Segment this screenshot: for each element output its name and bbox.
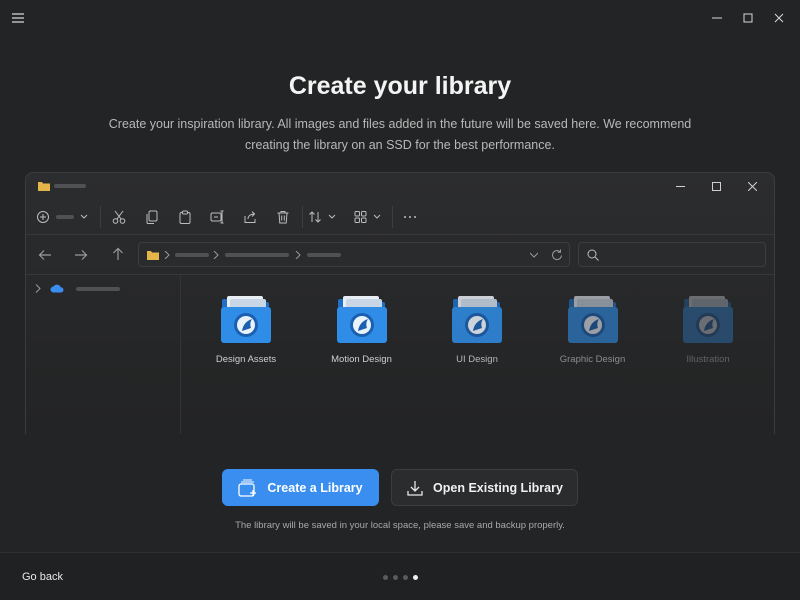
address-bar	[138, 242, 570, 267]
page-title: Create your library	[288, 72, 512, 100]
folder-icon	[38, 182, 50, 191]
refresh-icon	[552, 249, 562, 261]
minimize-button[interactable]	[701, 8, 732, 28]
chevron-right-icon	[295, 251, 301, 259]
create-library-label: Create a Library	[267, 480, 363, 495]
copy-icon	[143, 208, 161, 226]
step-indicator	[383, 575, 418, 580]
title-bar	[0, 0, 800, 36]
close-window-button[interactable]	[763, 8, 794, 28]
chevron-right-icon	[164, 251, 170, 259]
hamburger-menu-button[interactable]	[8, 8, 28, 28]
explorer-navigation-bar	[26, 235, 774, 275]
library-folder-icon	[683, 296, 733, 343]
library-folder-icon	[221, 296, 271, 343]
explorer-title-bar	[26, 173, 774, 199]
save-location-note: The library will be saved in your local …	[235, 520, 565, 531]
step-dot	[403, 575, 408, 580]
explorer-folder-grid: Design Assets Motion Design UI Design Graph…	[181, 275, 774, 434]
search-icon	[587, 249, 599, 261]
placeholder-bar	[54, 184, 86, 188]
library-folder-icon	[452, 296, 502, 343]
step-dot	[413, 575, 418, 580]
library-folder: Motion Design	[307, 293, 417, 365]
explorer-minimize-icon	[662, 178, 698, 194]
library-folder: Graphic Design	[538, 293, 648, 365]
library-folder: UI Design	[422, 293, 532, 365]
cloud-icon	[50, 284, 64, 293]
download-icon	[406, 479, 424, 497]
folder-icon	[147, 251, 159, 260]
step-dot	[383, 575, 388, 580]
chevron-right-icon	[213, 251, 219, 259]
paste-icon	[176, 208, 194, 226]
step-dot	[393, 575, 398, 580]
file-explorer-illustration: Design Assets Motion Design UI Design Graph…	[25, 172, 775, 434]
library-folder-label: UI Design	[456, 354, 498, 365]
library-folder-label: Design Assets	[215, 354, 277, 365]
library-folder: Design Assets	[191, 293, 301, 365]
library-folder-label: Motion Design	[331, 354, 392, 365]
hamburger-icon	[12, 13, 24, 23]
sort-icon	[308, 208, 342, 226]
library-folder-label: Graphic Design	[559, 354, 626, 365]
share-icon	[241, 208, 259, 226]
create-library-button[interactable]: Create a Library	[222, 469, 379, 506]
up-arrow-icon	[113, 247, 123, 260]
open-existing-library-button[interactable]: Open Existing Library	[391, 469, 578, 506]
open-existing-library-label: Open Existing Library	[433, 480, 563, 495]
close-icon	[774, 13, 783, 23]
more-icon	[402, 208, 418, 226]
search-box	[578, 242, 766, 267]
explorer-sidebar	[26, 275, 181, 434]
library-folder-icon	[567, 296, 618, 343]
page-subtitle: Create your inspiration library. All ima…	[108, 117, 692, 152]
go-back-button[interactable]: Go back	[22, 571, 63, 583]
rename-icon	[208, 208, 226, 226]
maximize-button[interactable]	[732, 8, 763, 28]
chevron-right-icon	[35, 284, 41, 293]
new-item-icon	[36, 208, 92, 226]
back-arrow-icon	[38, 250, 51, 260]
explorer-maximize-icon	[698, 178, 734, 194]
maximize-icon	[743, 13, 752, 23]
cut-icon	[110, 208, 128, 226]
footer: Go back	[0, 552, 800, 600]
view-icon	[354, 208, 386, 226]
chevron-down-icon	[530, 252, 538, 258]
delete-icon	[274, 208, 292, 226]
add-library-icon	[238, 478, 258, 497]
minimize-icon	[711, 17, 722, 19]
library-folder: Illustration	[653, 293, 763, 365]
explorer-close-icon	[734, 178, 770, 194]
explorer-toolbar	[26, 199, 774, 235]
forward-arrow-icon	[75, 250, 88, 260]
library-folder-label: Illustration	[686, 354, 730, 365]
library-folder-icon	[336, 296, 387, 343]
